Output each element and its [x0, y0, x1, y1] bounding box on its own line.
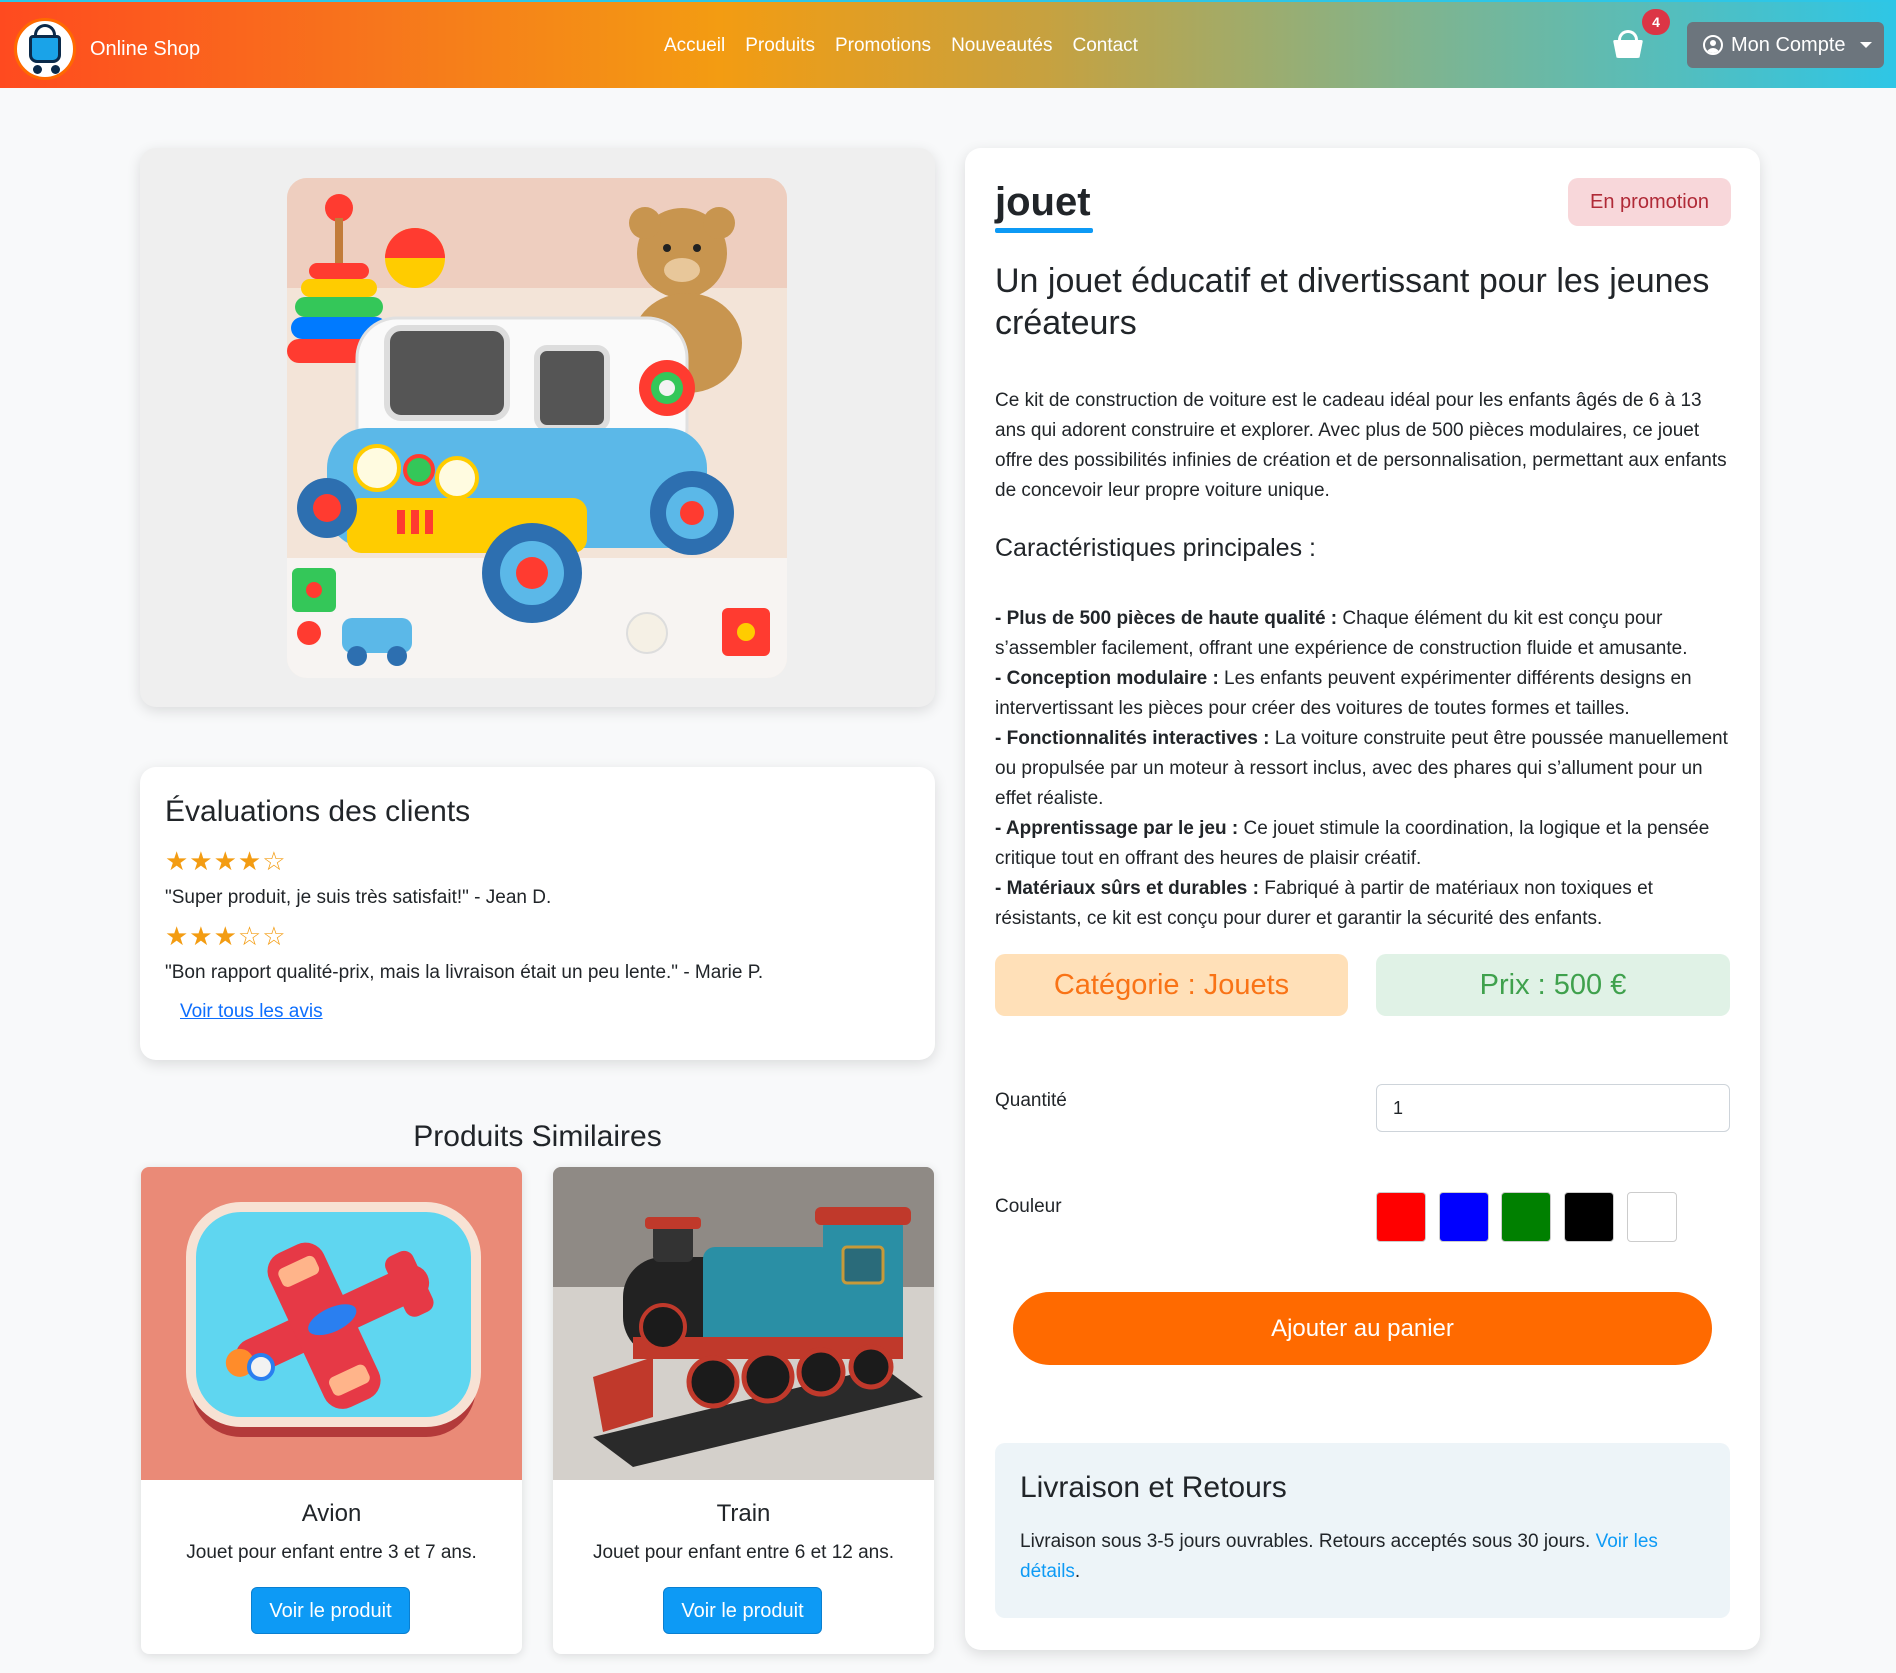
price-badge: Prix : 500 € [1376, 954, 1730, 1016]
features-list: - Plus de 500 pièces de haute qualité : … [995, 604, 1740, 934]
title-underline [995, 228, 1093, 233]
color-swatch-green[interactable] [1501, 1192, 1551, 1242]
review-text-1: "Super produit, je suis très satisfait!"… [165, 887, 552, 908]
shipping-returns-box: Livraison et Retours Livraison sous 3-5 … [995, 1443, 1730, 1618]
product-headline: Un jouet éducatif et divertissant pour l… [995, 262, 1710, 342]
brand[interactable]: Online Shop [14, 18, 200, 80]
color-label: Couleur [995, 1196, 1062, 1217]
view-product-button[interactable]: Voir le produit [251, 1587, 410, 1634]
color-swatch-blue[interactable] [1439, 1192, 1489, 1242]
nav-contact[interactable]: Contact [1072, 35, 1137, 57]
nav-produits[interactable]: Produits [745, 35, 815, 57]
feature-item: - Apprentissage par le jeu : Ce jouet st… [995, 818, 1710, 869]
add-to-cart-button[interactable]: Ajouter au panier [1013, 1292, 1712, 1365]
train-image [553, 1167, 934, 1480]
similar-product-name: Train [716, 1500, 771, 1527]
navbar: Online Shop Accueil Produits Promotions … [0, 0, 1896, 88]
shipping-text: Livraison sous 3-5 jours ouvrables. Reto… [1020, 1531, 1658, 1582]
airplane-image [141, 1167, 522, 1480]
quantity-label: Quantité [995, 1090, 1067, 1111]
reviews-card: Évaluations des clients ★★★★☆ "Super pro… [140, 767, 935, 1060]
feature-item: - Matériaux sûrs et durables : Fabriqué … [995, 878, 1653, 929]
category-badge: Catégorie : Jouets [995, 954, 1348, 1016]
feature-item: - Plus de 500 pièces de haute qualité : … [995, 608, 1688, 659]
similar-product-desc: Jouet pour enfant entre 3 et 7 ans. [186, 1542, 477, 1563]
nav-nouveautes[interactable]: Nouveautés [951, 35, 1052, 57]
product-description: Ce kit de construction de voiture est le… [995, 390, 1727, 501]
nav-promotions[interactable]: Promotions [835, 35, 931, 57]
color-swatch-black[interactable] [1564, 1192, 1614, 1242]
account-dropdown-button[interactable]: Mon Compte [1687, 22, 1884, 68]
promotion-badge: En promotion [1568, 178, 1731, 226]
main-nav: Accueil Produits Promotions Nouveautés C… [664, 35, 1138, 57]
see-all-reviews-link[interactable]: Voir tous les avis [180, 1001, 323, 1023]
view-product-button[interactable]: Voir le produit [663, 1587, 822, 1634]
review-stars-1: ★★★★☆ [165, 846, 287, 876]
feature-item: - Conception modulaire : Les enfants peu… [995, 668, 1692, 719]
feature-item: - Fonctionnalités interactives : La voit… [995, 728, 1728, 809]
reviews-title: Évaluations des clients [165, 795, 471, 828]
caret-down-icon [1859, 42, 1872, 48]
product-name: jouet [995, 180, 1091, 224]
similar-product-card: Train Jouet pour enfant entre 6 et 12 an… [553, 1167, 934, 1654]
similar-product-card: Avion Jouet pour enfant entre 3 et 7 ans… [141, 1167, 522, 1654]
account-label: Mon Compte [1731, 33, 1846, 56]
similar-products-title: Produits Similaires [413, 1120, 662, 1153]
cart-count-badge: 4 [1642, 9, 1670, 35]
features-title: Caractéristiques principales : [995, 534, 1316, 562]
shipping-title: Livraison et Retours [1020, 1471, 1287, 1504]
color-swatch-red[interactable] [1376, 1192, 1426, 1242]
color-swatch-white[interactable] [1627, 1192, 1677, 1242]
quantity-input[interactable] [1376, 1084, 1730, 1132]
shop-basket-logo-icon [14, 18, 76, 80]
product-image [287, 178, 787, 678]
similar-product-name: Avion [301, 1500, 362, 1527]
user-circle-icon [1703, 35, 1723, 55]
review-text-2: "Bon rapport qualité-prix, mais la livra… [165, 962, 764, 983]
brand-name[interactable]: Online Shop [90, 38, 200, 61]
toy-car-illustration [287, 178, 787, 678]
product-detail-card: jouet En promotion Un jouet éducatif et … [965, 148, 1760, 1650]
nav-accueil[interactable]: Accueil [664, 35, 725, 57]
review-stars-2: ★★★☆☆ [165, 921, 287, 951]
similar-product-desc: Jouet pour enfant entre 6 et 12 ans. [592, 1542, 895, 1563]
